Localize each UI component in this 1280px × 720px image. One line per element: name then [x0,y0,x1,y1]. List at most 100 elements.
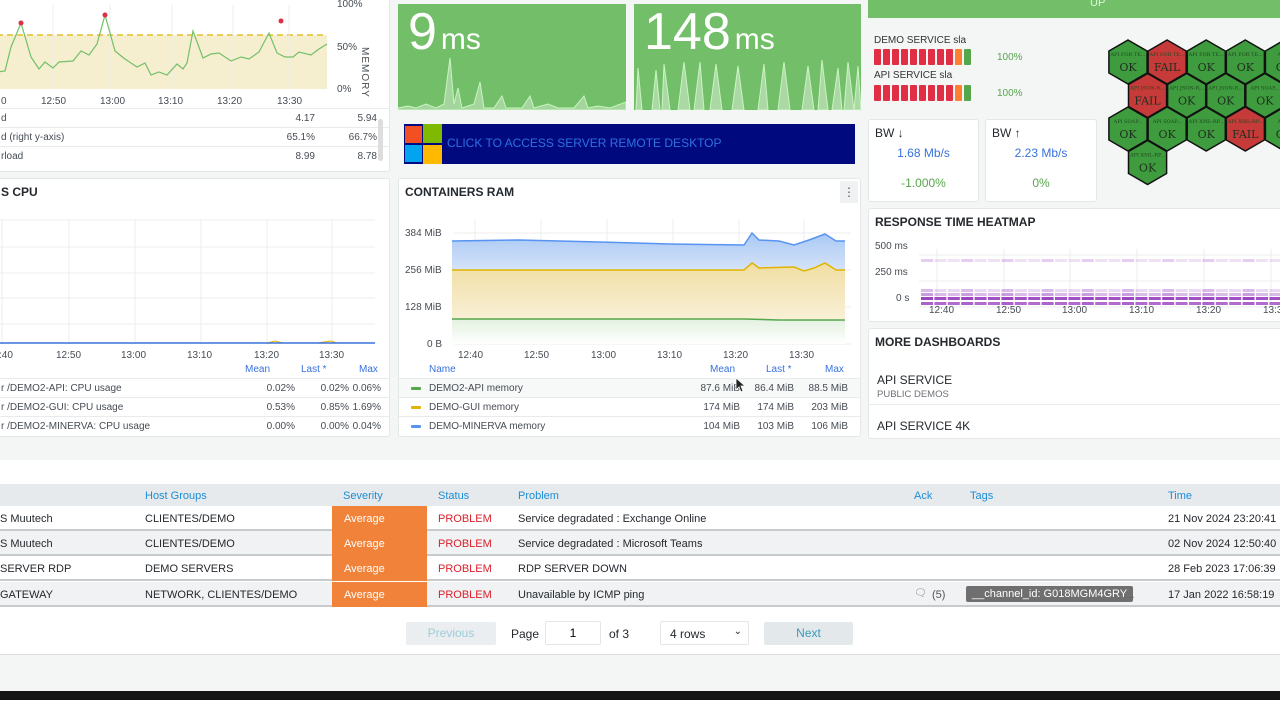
bw-up-change: 0% [1032,176,1050,190]
heatmap-cell [921,289,933,292]
remote-desktop-label: CLICK TO ACCESS SERVER REMOTE DESKTOP [447,136,722,150]
heatmap-cell [934,259,947,262]
legend-row[interactable]: rload 8.99 8.78 [0,146,389,165]
rows-per-page-select[interactable]: 4 rows ⌄ [660,621,749,645]
y-tick: 256 MiB [405,265,442,276]
footer-area [0,654,1280,691]
mouse-cursor-icon [735,377,747,393]
heatmap-cell [1108,302,1121,305]
heatmap-cell [988,297,1000,300]
heatmap-cell [988,289,1000,292]
legend-header-last[interactable]: Last * [301,364,327,375]
heatmap-cell [1095,289,1108,292]
heatmap-cell [974,289,987,292]
heatmap-cell [1175,297,1188,300]
heatmap-cell [988,259,1000,262]
tag-chip[interactable]: __channel_id: G018MGM4GRY [966,586,1134,602]
legend-row[interactable]: d (right y-axis) 65.1% 66.7% [0,127,389,146]
legend-header-max[interactable]: Max [825,364,844,375]
status-badge: PROBLEM [438,563,492,575]
more-tags[interactable]: … [1124,589,1135,601]
heatmap-cell [1175,289,1188,292]
heatmap-cell [934,293,947,296]
legend-header-last[interactable]: Last * [766,364,792,375]
heatmap-cell [947,289,960,292]
ack-count[interactable]: (5) [932,589,945,601]
sla-percent: 100% [997,88,1023,99]
heatmap-cell [961,289,974,292]
y-tick: 0 B [427,339,443,350]
dashboard-link[interactable]: API SERVICE PUBLIC DEMOS [869,365,1280,405]
y-tick: 500 ms [875,241,908,252]
heatmap-cell [1028,259,1041,262]
heatmap-cell [961,297,974,300]
legend-row[interactable]: r /DEMO2-MINERVA: CPU usage 0.00% 0.00% 0.0… [0,416,389,435]
svg-text:API SOAP...: API SOAP... [1113,119,1143,125]
comment-icon[interactable]: 🗨 [914,588,927,599]
heatmap-cell [947,293,960,296]
service-hexagon-map: API FOR TE... OK API FOR TE... FAIL API FOR … [1108,39,1280,186]
heatmap-cell [1014,259,1027,262]
heatmap-cell [1189,297,1201,300]
legend-header-mean[interactable]: Mean [710,364,735,375]
legend-row[interactable]: r /DEMO2-API: CPU usage 0.02% 0.02% 0.06% [0,378,389,397]
svg-text:OK: OK [1217,95,1235,108]
heatmap-cell [1108,293,1121,296]
heatmap-cell [974,302,987,305]
table-row[interactable]: S Muutech CLIENTES/DEMO Average PROBLEM … [0,506,1280,531]
dashboard-link[interactable]: API SERVICE 4K [869,409,1280,437]
legend-row[interactable]: DEMO-GUI memory 174 MiB 174 MiB 203 MiB [399,397,860,416]
memory-panel: 100% 50% 0% MEMORY 0 12:50 13:00 13:10 1… [0,0,390,172]
heatmap-cell [1148,259,1161,262]
heatmap-cell [1081,293,1094,296]
heatmap-cell [1242,297,1255,300]
alert-point [278,18,284,24]
legend-row[interactable]: DEMO2-API memory 87.6 MiB 86.4 MiB 88.5 MiB [399,378,860,397]
page-number-input[interactable] [545,621,601,645]
table-row[interactable]: S Muutech CLIENTES/DEMO Average PROBLEM … [0,531,1280,556]
x-tick: 12:50 [524,350,550,361]
next-page-button[interactable]: Next [764,622,853,645]
heatmap-cell [1135,297,1148,300]
legend-row[interactable]: r /DEMO2-GUI: CPU usage 0.53% 0.85% 1.69% [0,397,389,416]
x-tick: 13:30 [789,350,815,361]
stat-value: 148 ms [644,4,775,61]
heatmap-cell [1215,259,1228,262]
legend-header-max[interactable]: Max [359,364,378,375]
heatmap-cell [1269,289,1280,292]
legend-scrollbar[interactable] [378,119,383,161]
heatmap-cell [1256,289,1268,292]
heatmap-cell [1202,289,1215,292]
svg-text:API JSON-R...: API JSON-R... [1168,86,1204,92]
heatmap-cell [947,297,960,300]
svg-text:API XML-RP...: API XML-RP... [1227,119,1264,125]
heatmap-cell [1122,293,1134,296]
legend-header-name[interactable]: Name [429,364,456,375]
bw-up-title: BW ↑ [992,126,1021,140]
svg-text:FAIL: FAIL [1134,95,1161,108]
previous-page-button[interactable]: Previous [406,622,496,645]
x-tick: 13:20 [217,96,243,107]
remote-desktop-link[interactable]: CLICK TO ACCESS SERVER REMOTE DESKTOP [404,124,855,164]
page-count: of 3 [609,627,630,641]
table-row[interactable]: SERVER RDP DEMO SERVERS Average PROBLEM … [0,556,1280,581]
legend-row[interactable]: DEMO-MINERVA memory 104 MiB 103 MiB 106 MiB [399,416,860,435]
heatmap-cell [1215,293,1228,296]
sla-bar-demo-service [874,49,971,65]
heatmap-cell [1148,297,1161,300]
heatmap-cell [1202,297,1215,300]
legend-header-mean[interactable]: Mean [245,364,270,375]
heatmap-cell [1162,293,1175,296]
heatmap-cell [1135,293,1148,296]
heatmap-cell [1095,259,1108,262]
y-tick: 250 ms [875,267,908,278]
table-row[interactable]: GATEWAY NETWORK, CLIENTES/DEMO Average P… [0,582,1280,607]
heatmap-cell [934,289,947,292]
sla-label: DEMO SERVICE sla [874,35,967,46]
legend-row[interactable]: d 4.17 5.94 [0,108,389,127]
y-tick: 100% [337,0,363,10]
x-tick: 12:50 [56,350,82,361]
x-tick: 12:40 [458,350,484,361]
heatmap-cell [1028,293,1041,296]
heatmap-cell [1162,297,1175,300]
